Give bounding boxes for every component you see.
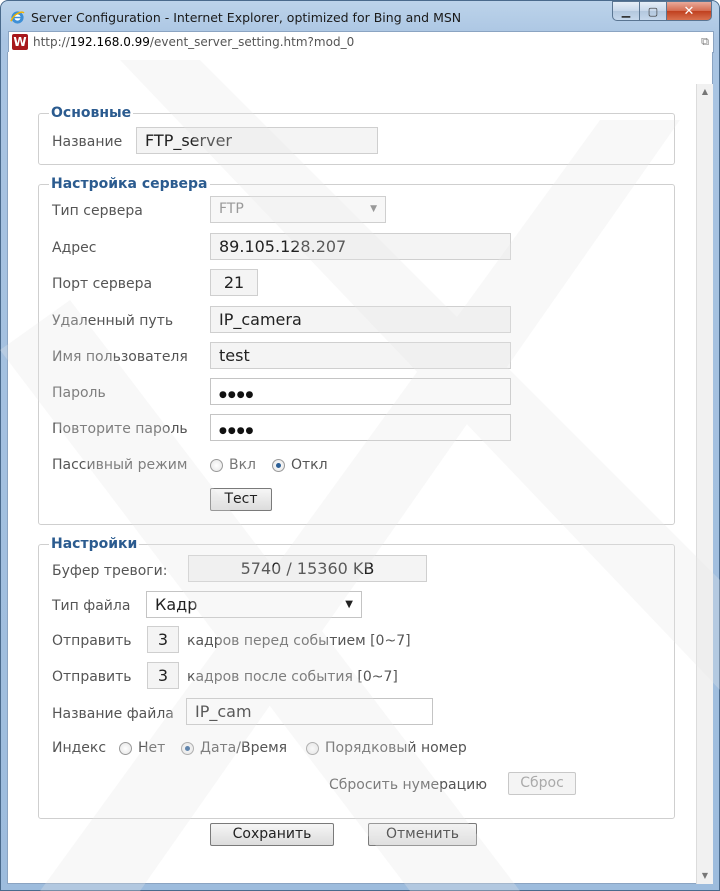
close-button[interactable]: ✕	[666, 1, 712, 21]
window-controls: ▁ ▢ ✕	[612, 1, 712, 22]
alarm-buffer-label: Буфер тревоги:	[52, 563, 168, 579]
basic-fieldset: Основные Название FTP_server	[38, 104, 675, 165]
server-type-label: Тип сервера	[52, 203, 143, 219]
name-label: Название	[52, 134, 123, 150]
passive-mode-label: Пассивный режим	[52, 457, 188, 473]
chevron-down-icon: ▼	[345, 599, 353, 610]
alarm-buffer-value: 5740 / 15360 KB	[188, 555, 427, 582]
reset-button[interactable]: Сброс	[508, 772, 576, 795]
scroll-down-arrow-icon[interactable]: ▼	[697, 868, 713, 884]
window-title: Server Configuration - Internet Explorer…	[31, 10, 462, 25]
pre-frames-text: кадров перед событием [0~7]	[187, 633, 411, 649]
vertical-scrollbar[interactable]: ▲ ▼	[696, 84, 713, 884]
repeat-password-mask: ●●●●	[219, 426, 255, 436]
server-legend: Настройка сервера	[49, 175, 210, 193]
file-name-field[interactable]: IP_cam	[186, 698, 433, 725]
basic-legend: Основные	[49, 104, 134, 122]
pre-frames-field[interactable]: 3	[147, 626, 179, 653]
minimize-icon: ▁	[621, 4, 631, 18]
index-datetime-radio[interactable]	[181, 742, 194, 755]
file-type-label: Тип файла	[52, 598, 131, 614]
password-field[interactable]: ●●●●	[210, 378, 511, 405]
address-bar[interactable]: W http://192.168.0.99/event_server_setti…	[8, 31, 714, 53]
internet-explorer-icon	[10, 11, 25, 24]
scroll-up-arrow-icon[interactable]: ▲	[697, 84, 713, 100]
address-field[interactable]: 89.105.128.207	[210, 233, 511, 260]
reset-numbering-label: Сбросить нумерацию	[329, 777, 488, 793]
name-field[interactable]: FTP_server	[136, 127, 378, 154]
address-label: Адрес	[52, 240, 97, 256]
settings-fieldset: Настройки Буфер тревоги: 5740 / 15360 KB…	[38, 535, 675, 819]
index-none-label: Нет	[138, 740, 166, 756]
remote-path-field[interactable]: IP_camera	[210, 306, 511, 333]
passive-off-label: Откл	[291, 457, 328, 473]
maximize-button[interactable]: ▢	[639, 1, 666, 21]
password-label: Пароль	[52, 385, 106, 401]
index-seq-radio[interactable]	[306, 742, 319, 755]
settings-legend: Настройки	[49, 535, 140, 553]
save-button[interactable]: Сохранить	[210, 823, 334, 846]
post-send-label: Отправить	[52, 669, 132, 685]
file-type-select[interactable]: Кадр ▼	[146, 591, 362, 618]
post-frames-field[interactable]: 3	[147, 662, 179, 689]
index-none-radio[interactable]	[119, 742, 132, 755]
passive-on-label: Вкл	[229, 457, 257, 473]
index-datetime-label: Дата/Время	[200, 740, 288, 756]
compatibility-view-icon[interactable]: ⧉	[701, 35, 709, 49]
server-type-select[interactable]: FTP ▼	[210, 196, 386, 223]
remote-path-label: Удаленный путь	[52, 313, 174, 329]
username-field[interactable]: test	[210, 342, 511, 369]
index-label: Индекс	[52, 740, 107, 756]
index-seq-label: Порядковый номер	[325, 740, 467, 756]
server-fieldset: Настройка сервера Тип сервера FTP ▼ Адре…	[38, 175, 675, 525]
passive-on-radio[interactable]	[210, 459, 223, 472]
repeat-password-field[interactable]: ●●●●	[210, 414, 511, 441]
address-url[interactable]: http://192.168.0.99/event_server_setting…	[33, 35, 354, 49]
site-favicon-icon: W	[12, 34, 28, 50]
chevron-down-icon: ▼	[370, 204, 377, 214]
password-mask: ●●●●	[219, 390, 255, 400]
maximize-icon: ▢	[647, 4, 659, 18]
port-label: Порт сервера	[52, 276, 153, 292]
port-field[interactable]: 21	[210, 269, 258, 296]
post-frames-text: кадров после события [0~7]	[187, 669, 398, 685]
pre-send-label: Отправить	[52, 633, 132, 649]
close-icon: ✕	[683, 3, 695, 19]
repeat-password-label: Повторите пароль	[52, 421, 188, 437]
title-bar: Server Configuration - Internet Explorer…	[1, 1, 719, 31]
content-area-top	[7, 52, 713, 84]
passive-off-radio[interactable]	[272, 459, 285, 472]
username-label: Имя пользователя	[52, 349, 188, 365]
file-name-label: Название файла	[52, 706, 174, 722]
minimize-button[interactable]: ▁	[612, 1, 639, 21]
cancel-button[interactable]: Отменить	[368, 823, 477, 846]
test-button[interactable]: Тест	[210, 488, 272, 511]
